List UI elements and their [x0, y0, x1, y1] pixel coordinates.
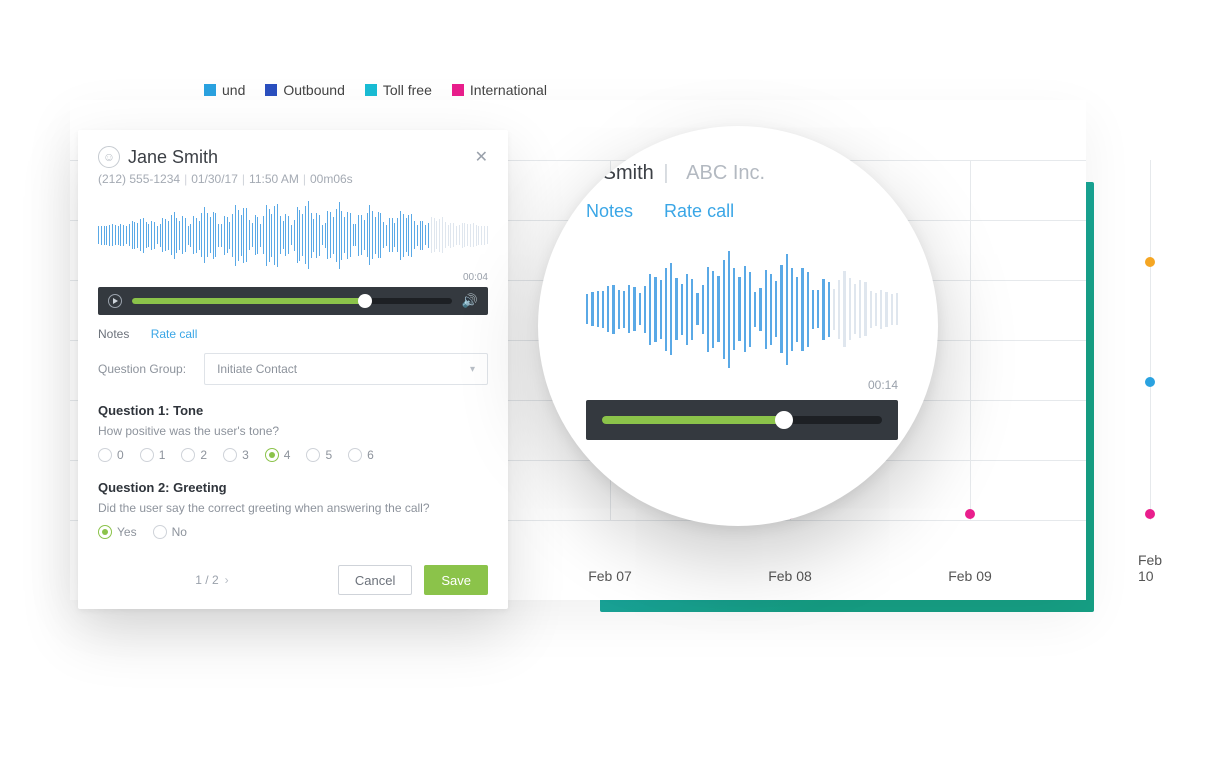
meta-time: 11:50 AM: [249, 172, 299, 186]
legend-swatch: [204, 84, 216, 96]
chart-point[interactable]: [1145, 377, 1155, 387]
question-group-select[interactable]: Initiate Contact ▾: [204, 353, 488, 385]
x-axis-label: Feb 09: [948, 568, 992, 584]
call-metadata: (212) 555-1234 | 01/30/17 | 11:50 AM | 0…: [98, 172, 488, 186]
chart-point[interactable]: [965, 509, 975, 519]
radio-icon: [153, 525, 167, 539]
q2-prompt: Did the user say the correct greeting wh…: [98, 501, 488, 515]
meta-date: 01/30/17: [191, 172, 238, 186]
q1-title: Question 1: Tone: [98, 403, 488, 418]
legend-swatch: [265, 84, 277, 96]
bubble-tab-notes[interactable]: Notes: [586, 201, 633, 221]
radio-icon: [265, 448, 279, 462]
question-group-value: Initiate Contact: [217, 362, 297, 376]
volume-icon[interactable]: 🔊: [462, 293, 478, 309]
waveform-big[interactable]: [586, 244, 898, 374]
chevron-down-icon: ▾: [470, 364, 475, 375]
bubble-name: e Smith: [586, 162, 654, 184]
waveform-small[interactable]: [98, 196, 488, 274]
bubble-company: ABC Inc.: [686, 162, 765, 184]
meta-duration: 00m06s: [310, 172, 353, 186]
radio-icon: [140, 448, 154, 462]
contact-avatar-icon: ☺: [98, 146, 120, 168]
close-icon[interactable]: ✕: [475, 147, 488, 167]
contact-name: Jane Smith: [128, 147, 467, 168]
chevron-right-icon[interactable]: ›: [225, 573, 229, 587]
legend-label: und: [222, 82, 245, 98]
chart-point[interactable]: [1145, 509, 1155, 519]
q1-option[interactable]: 1: [140, 448, 166, 462]
player-knob[interactable]: [358, 294, 372, 308]
bubble-player-track[interactable]: [602, 416, 882, 424]
waveform-time: 00:04: [98, 272, 488, 283]
radio-icon: [306, 448, 320, 462]
legend-label: International: [470, 82, 547, 98]
bubble-title: e Smith | ABC Inc.: [586, 162, 898, 185]
radio-icon: [98, 448, 112, 462]
bubble-audio-player: [586, 400, 898, 440]
bubble-player-fill: [602, 416, 784, 424]
q1-prompt: How positive was the user's tone?: [98, 424, 488, 438]
tab-notes[interactable]: Notes: [98, 327, 129, 341]
q2-title: Question 2: Greeting: [98, 480, 488, 495]
question-1: Question 1: Tone How positive was the us…: [98, 403, 488, 462]
q1-option[interactable]: 0: [98, 448, 124, 462]
q1-option[interactable]: 6: [348, 448, 374, 462]
meta-phone: (212) 555-1234: [98, 172, 180, 186]
bubble-waveform-time: 00:14: [586, 378, 898, 392]
player-track[interactable]: [132, 298, 452, 304]
chart-point[interactable]: [1145, 257, 1155, 267]
legend-swatch: [452, 84, 464, 96]
panel-tabs: Notes Rate call: [98, 327, 488, 341]
legend-label: Outbound: [283, 82, 345, 98]
x-axis-label: Feb 07: [588, 568, 632, 584]
q1-option[interactable]: 3: [223, 448, 249, 462]
audio-player: 🔊: [98, 287, 488, 315]
q2-options: Yes No: [98, 525, 488, 539]
q2-option[interactable]: Yes: [98, 525, 137, 539]
bubble-tabs: Notes Rate call: [586, 201, 898, 222]
legend-item: International: [452, 82, 547, 98]
legend-swatch: [365, 84, 377, 96]
x-axis-label: Feb 10: [1138, 552, 1162, 584]
q2-option[interactable]: No: [153, 525, 187, 539]
legend-item: Outbound: [265, 82, 345, 98]
cancel-button[interactable]: Cancel: [338, 565, 412, 595]
question-group-label: Question Group:: [98, 362, 186, 376]
radio-icon: [348, 448, 362, 462]
play-icon[interactable]: [108, 294, 122, 308]
q1-option[interactable]: 4: [265, 448, 291, 462]
player-progress-fill: [132, 298, 365, 304]
legend-label: Toll free: [383, 82, 432, 98]
radio-icon: [98, 525, 112, 539]
tab-rate-call[interactable]: Rate call: [151, 327, 198, 341]
radio-icon: [181, 448, 195, 462]
callout-bubble: e Smith | ABC Inc. Notes Rate call 00:14: [538, 126, 938, 526]
question-2: Question 2: Greeting Did the user say th…: [98, 480, 488, 539]
bubble-tab-rate[interactable]: Rate call: [664, 201, 734, 221]
x-axis-label: Feb 08: [768, 568, 812, 584]
q1-option[interactable]: 5: [306, 448, 332, 462]
q1-option[interactable]: 2: [181, 448, 207, 462]
legend-item: Toll free: [365, 82, 432, 98]
chart-legend: und Outbound Toll free International: [204, 82, 547, 98]
rate-call-panel: ☺ Jane Smith ✕ (212) 555-1234 | 01/30/17…: [78, 130, 508, 609]
radio-icon: [223, 448, 237, 462]
pager: 1 / 2 ›: [195, 573, 228, 587]
q1-scale: 0 1 2 3 4 5 6: [98, 448, 488, 462]
bubble-player-knob[interactable]: [775, 411, 793, 429]
legend-item: und: [204, 82, 245, 98]
save-button[interactable]: Save: [424, 565, 488, 595]
